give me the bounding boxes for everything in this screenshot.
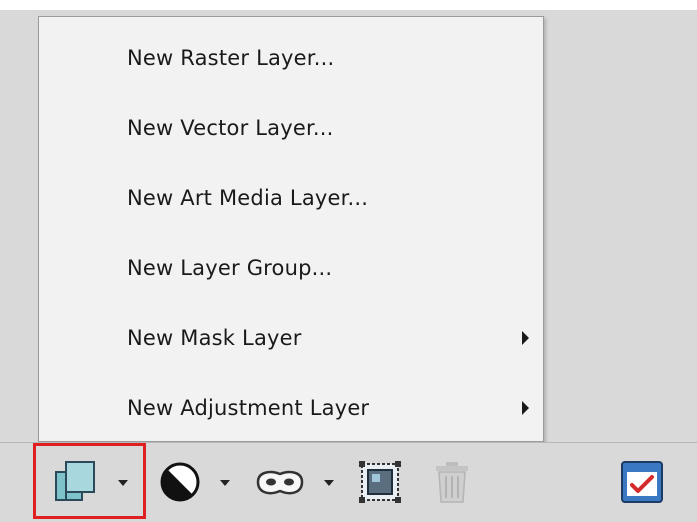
menu-item-label: New Raster Layer...	[127, 46, 335, 70]
menu-item-new-art-media-layer[interactable]: New Art Media Layer...	[39, 167, 543, 229]
menu-item-label: New Layer Group...	[127, 256, 333, 280]
submenu-arrow-icon	[522, 401, 529, 415]
menu-item-label: New Mask Layer	[127, 326, 302, 350]
mask-icon	[256, 470, 304, 495]
menu-item-new-mask-layer[interactable]: New Mask Layer	[39, 307, 543, 369]
menu-item-new-raster-layer[interactable]: New Raster Layer...	[39, 27, 543, 89]
mask-layer-button[interactable]	[254, 458, 338, 506]
window-top-strip	[0, 0, 697, 10]
submenu-arrow-icon	[522, 331, 529, 345]
dropdown-arrow-icon[interactable]	[324, 480, 334, 486]
layer-frame-icon	[359, 461, 401, 503]
dropdown-arrow-icon[interactable]	[220, 480, 230, 486]
layer-properties-button[interactable]	[618, 458, 666, 506]
adjustment-contrast-icon	[160, 462, 200, 502]
adjustment-layer-button[interactable]	[156, 458, 236, 506]
menu-item-new-layer-group[interactable]: New Layer Group...	[39, 237, 543, 299]
new-layer-menu: New Raster Layer... New Vector Layer... …	[38, 16, 544, 442]
highlight-box	[33, 443, 146, 519]
layer-frame-button[interactable]	[356, 458, 404, 506]
menu-item-label: New Vector Layer...	[127, 116, 334, 140]
menu-item-label: New Art Media Layer...	[127, 186, 369, 210]
menu-item-label: New Adjustment Layer	[127, 396, 370, 420]
menu-item-new-adjustment-layer[interactable]: New Adjustment Layer	[39, 377, 543, 439]
layer-properties-icon	[621, 461, 663, 503]
trash-icon	[436, 462, 468, 503]
menu-item-new-vector-layer[interactable]: New Vector Layer...	[39, 97, 543, 159]
delete-layer-button[interactable]	[428, 458, 476, 506]
